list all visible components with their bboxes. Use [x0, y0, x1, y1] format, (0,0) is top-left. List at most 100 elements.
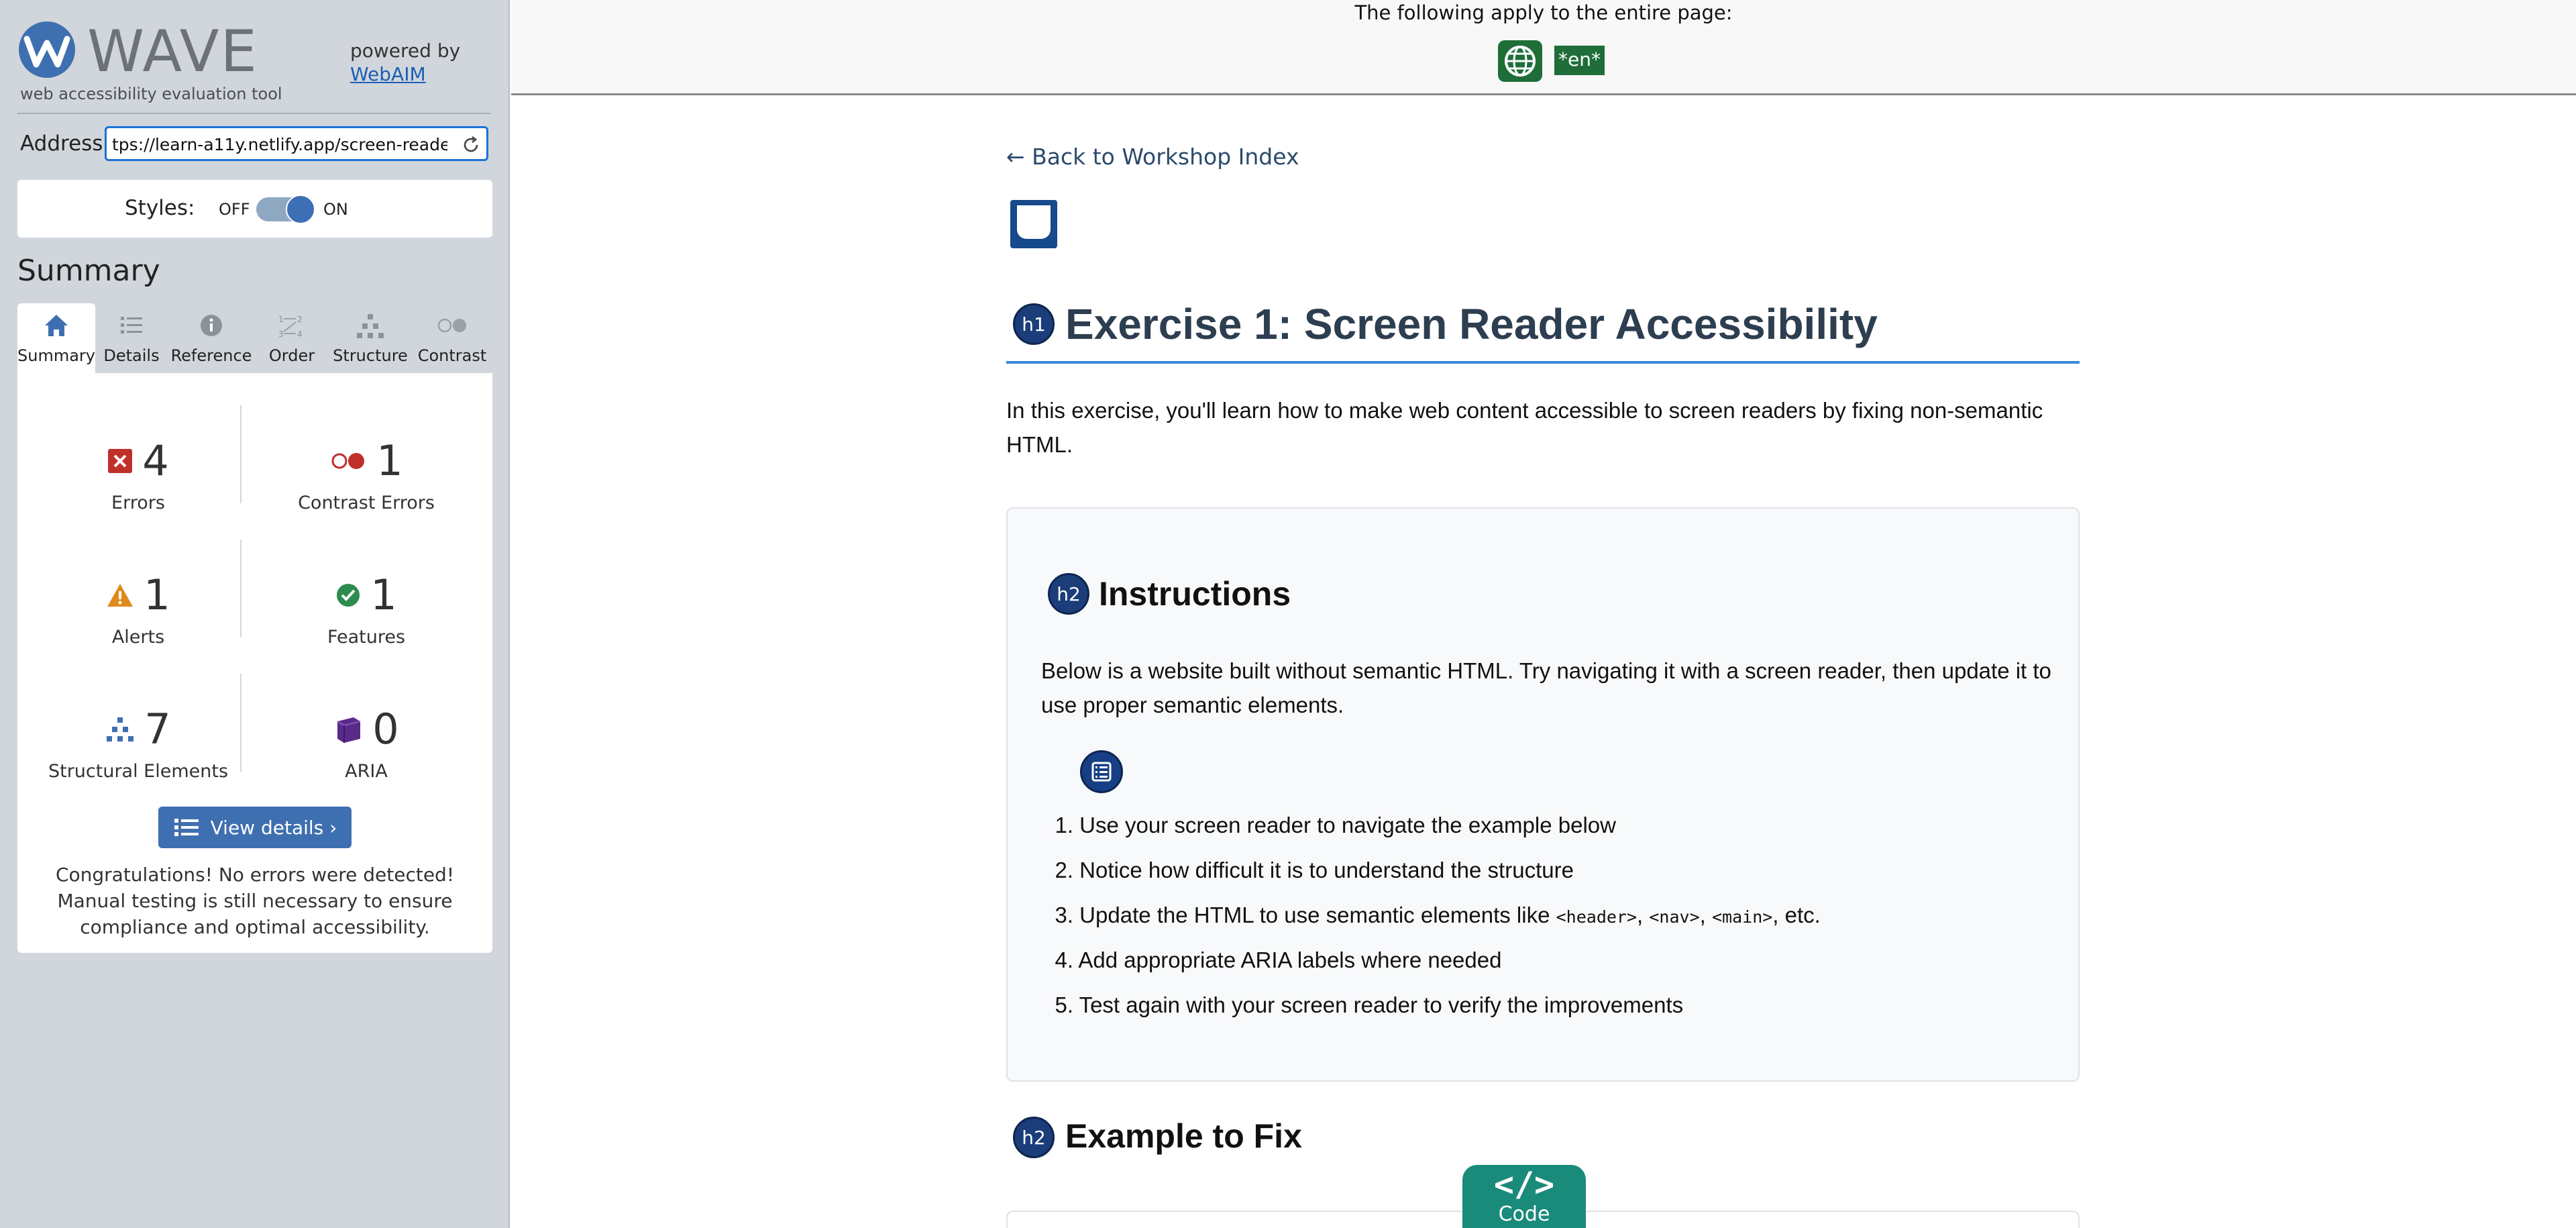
list-icon: [121, 317, 142, 334]
tab-order[interactable]: 1 2 3 4 Order: [255, 303, 329, 373]
language-badge[interactable]: *en*: [1554, 46, 1605, 75]
list-icon: [174, 819, 199, 836]
list-separator: ,: [1699, 903, 1712, 927]
styles-toggle[interactable]: [256, 195, 315, 224]
list-number: 2.: [1055, 858, 1073, 882]
tab-contrast[interactable]: Contrast: [412, 303, 492, 373]
instructions-list: 1. Use your screen reader to navigate th…: [1041, 812, 2061, 1037]
styles-off-label: OFF: [219, 200, 250, 219]
h2-badge-icon[interactable]: h2: [1013, 1117, 1055, 1158]
h2-badge-icon[interactable]: h2: [1048, 573, 1089, 615]
features-count: 1: [370, 570, 397, 619]
wave-tabs: Summary Details Reference 1 2 3 4 Order …: [17, 303, 492, 373]
document-icon-inner: [1017, 209, 1051, 239]
list-number: 3.: [1055, 903, 1073, 927]
stat-aria[interactable]: 0 ARIA: [259, 675, 474, 782]
aria-cube-icon: [337, 717, 361, 743]
tab-label: Summary: [17, 346, 95, 365]
stat-features[interactable]: 1 Features: [259, 541, 474, 648]
divider: [17, 113, 491, 114]
wave-logo-icon: [19, 21, 75, 78]
webaim-link[interactable]: WebAIM: [350, 62, 460, 86]
list-text: , etc.: [1772, 903, 1821, 927]
contrast-error-icon: [331, 453, 365, 469]
code-toggle-button[interactable]: </> Code: [1462, 1165, 1586, 1228]
list-text: Add appropriate ARIA labels where needed: [1078, 948, 1502, 972]
styles-card: Styles: OFF ON: [17, 180, 492, 238]
tab-details[interactable]: Details: [95, 303, 168, 373]
list-item: 5. Test again with your screen reader to…: [1041, 992, 2061, 1037]
reload-icon[interactable]: [461, 135, 481, 155]
list-item: 4. Add appropriate ARIA labels where nee…: [1041, 947, 2061, 992]
svg-text:3: 3: [278, 329, 284, 339]
list-number: 4.: [1055, 948, 1073, 972]
list-number: 5.: [1055, 992, 1073, 1017]
svg-text:1: 1: [278, 315, 284, 324]
tab-label: Details: [103, 346, 160, 365]
summary-panel: 4 Errors 1 Contrast Errors 1 Alerts 1 Fe…: [17, 373, 492, 953]
wave-logo[interactable]: WAVE web accessibility evaluation tool p…: [17, 17, 487, 105]
ordered-list-icon[interactable]: [1080, 750, 1123, 793]
code-main: <main>: [1711, 907, 1773, 927]
info-icon: [201, 315, 222, 336]
example-heading: h2 Example to Fix: [1013, 1114, 1617, 1161]
structural-count: 7: [144, 705, 171, 754]
h1-badge-icon[interactable]: h1: [1013, 303, 1055, 345]
list-item: 2. Notice how difficult it is to underst…: [1041, 857, 2061, 902]
alerts-label: Alerts: [111, 627, 165, 648]
back-to-index-link[interactable]: ← Back to Workshop Index: [1006, 144, 1299, 170]
instructions-title: Instructions: [1099, 575, 1291, 613]
styles-on-label: ON: [323, 200, 348, 219]
list-number: 1.: [1055, 813, 1073, 837]
page-level-bar: The following apply to the entire page: …: [511, 0, 2576, 95]
features-label: Features: [327, 627, 406, 648]
aria-count: 0: [372, 705, 399, 754]
language-globe-icon[interactable]: [1498, 40, 1542, 82]
tab-structure[interactable]: Structure: [329, 303, 412, 373]
stat-contrast-errors[interactable]: 1 Contrast Errors: [259, 407, 474, 514]
errors-label: Errors: [111, 493, 165, 513]
document-icon[interactable]: [1010, 200, 1057, 248]
contrast-icon: [437, 318, 466, 333]
contrast-errors-count: 1: [376, 436, 403, 485]
home-icon: [45, 315, 68, 336]
list-text: Update the HTML to use semantic elements…: [1079, 903, 1556, 927]
list-text: Test again with your screen reader to ve…: [1079, 992, 1684, 1017]
list-item: 1. Use your screen reader to navigate th…: [1041, 812, 2061, 857]
svg-text:2: 2: [297, 315, 303, 324]
list-text: Notice how difficult it is to understand…: [1079, 858, 1574, 882]
h1-heading: h1 Exercise 1: Screen Reader Accessibili…: [1013, 295, 2080, 356]
tab-label: Contrast: [417, 346, 487, 365]
order-icon: 1 2 3 4: [278, 315, 303, 339]
code-label: Code: [1498, 1203, 1550, 1226]
view-details-button[interactable]: View details ›: [158, 807, 352, 848]
styles-toggle-knob[interactable]: [286, 195, 315, 224]
view-details-label: View details ›: [210, 816, 337, 839]
address-box[interactable]: [105, 126, 488, 161]
address-label: Address:: [20, 132, 110, 156]
list-text: Use your screen reader to navigate the e…: [1079, 813, 1616, 837]
contrast-errors-label: Contrast Errors: [298, 493, 435, 513]
stat-errors[interactable]: 4 Errors: [31, 407, 246, 514]
alerts-count: 1: [144, 570, 170, 619]
tab-reference[interactable]: Reference: [168, 303, 255, 373]
h1-underline: [1006, 361, 2080, 364]
wave-tagline: web accessibility evaluation tool: [20, 85, 282, 103]
stat-alerts[interactable]: 1 Alerts: [31, 541, 246, 648]
list-separator: ,: [1637, 903, 1650, 927]
errors-count: 4: [142, 436, 169, 485]
wave-sidebar: WAVE web accessibility evaluation tool p…: [0, 0, 510, 1228]
code-nav: <nav>: [1649, 907, 1700, 927]
example-title: Example to Fix: [1065, 1117, 1302, 1155]
alert-icon: [107, 584, 133, 607]
stat-divider: [240, 674, 241, 772]
structural-label: Structural Elements: [48, 761, 229, 782]
tab-summary[interactable]: Summary: [17, 303, 95, 373]
intro-paragraph: In this exercise, you'll learn how to ma…: [1006, 398, 2043, 458]
list-item: 3. Update the HTML to use semantic eleme…: [1041, 902, 2061, 947]
address-input[interactable]: [112, 134, 447, 155]
stat-structural[interactable]: 7 Structural Elements: [31, 675, 246, 782]
code-icon: </>: [1493, 1165, 1555, 1204]
congrats-message: Congratulations! No errors were detected…: [55, 864, 455, 939]
feature-check-icon: [337, 584, 360, 607]
